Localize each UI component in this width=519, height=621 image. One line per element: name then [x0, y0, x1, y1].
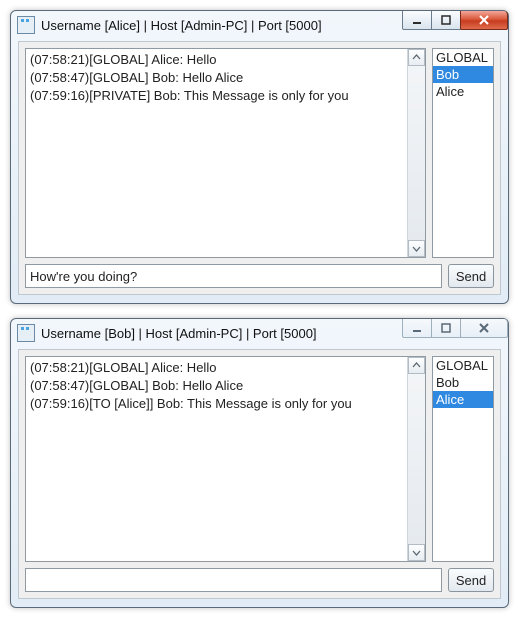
scroll-up-button[interactable] [408, 49, 425, 66]
scroll-down-button[interactable] [408, 240, 425, 257]
compose-row: Send [25, 568, 494, 592]
maximize-icon [441, 15, 451, 25]
message-lines: (07:58:21)[GLOBAL] Alice: Hello (07:58:4… [30, 51, 407, 105]
close-icon [478, 322, 490, 334]
scroll-down-button[interactable] [408, 544, 425, 561]
minimize-icon [412, 15, 422, 25]
close-icon [478, 14, 490, 26]
maximize-button[interactable] [431, 11, 461, 30]
message-log[interactable]: (07:58:21)[GLOBAL] Alice: Hello (07:58:4… [25, 48, 426, 258]
send-button-label: Send [456, 269, 486, 284]
user-list-item-bob[interactable]: Bob [433, 66, 493, 83]
message-log[interactable]: (07:58:21)[GLOBAL] Alice: Hello (07:58:4… [25, 356, 426, 562]
minimize-button[interactable] [402, 319, 432, 338]
client-area: (07:58:21)[GLOBAL] Alice: Hello (07:58:4… [18, 41, 501, 295]
user-list[interactable]: GLOBAL Bob Alice [432, 356, 494, 562]
chat-window-bob: Username [Bob] | Host [Admin-PC] | Port … [10, 318, 509, 608]
maximize-button[interactable] [431, 319, 461, 338]
send-button[interactable]: Send [448, 264, 494, 288]
scrollbar[interactable] [407, 49, 425, 257]
chat-window-alice: Username [Alice] | Host [Admin-PC] | Por… [10, 10, 509, 304]
minimize-icon [412, 323, 422, 333]
client-area: (07:58:21)[GLOBAL] Alice: Hello (07:58:4… [18, 349, 501, 599]
user-list-item-alice[interactable]: Alice [433, 83, 493, 100]
window-title: Username [Alice] | Host [Admin-PC] | Por… [41, 18, 403, 33]
user-list-item-alice[interactable]: Alice [433, 391, 493, 408]
message-line: (07:59:16)[PRIVATE] Bob: This Message is… [30, 87, 407, 105]
close-button[interactable] [460, 11, 508, 30]
window-controls [403, 11, 508, 39]
chevron-down-icon [412, 244, 421, 253]
message-input[interactable]: How're you doing? [25, 264, 442, 288]
minimize-button[interactable] [402, 11, 432, 30]
upper-row: (07:58:21)[GLOBAL] Alice: Hello (07:58:4… [25, 356, 494, 562]
send-button-label: Send [456, 573, 486, 588]
scrollbar[interactable] [407, 357, 425, 561]
message-line: (07:58:21)[GLOBAL] Alice: Hello [30, 51, 407, 69]
chevron-down-icon [412, 548, 421, 557]
user-list-item-global[interactable]: GLOBAL [433, 49, 493, 66]
message-input[interactable] [25, 568, 442, 592]
maximize-icon [441, 323, 451, 333]
close-button[interactable] [460, 319, 508, 338]
chevron-up-icon [412, 361, 421, 370]
message-line: (07:59:16)[TO [Alice]] Bob: This Message… [30, 395, 407, 413]
app-icon [17, 324, 35, 342]
user-list-item-bob[interactable]: Bob [433, 374, 493, 391]
message-line: (07:58:47)[GLOBAL] Bob: Hello Alice [30, 69, 407, 87]
user-list-item-global[interactable]: GLOBAL [433, 357, 493, 374]
scroll-up-button[interactable] [408, 357, 425, 374]
titlebar[interactable]: Username [Bob] | Host [Admin-PC] | Port … [11, 319, 508, 347]
compose-row: How're you doing? Send [25, 264, 494, 288]
send-button[interactable]: Send [448, 568, 494, 592]
chevron-up-icon [412, 53, 421, 62]
message-lines: (07:58:21)[GLOBAL] Alice: Hello (07:58:4… [30, 359, 407, 413]
app-icon [17, 16, 35, 34]
upper-row: (07:58:21)[GLOBAL] Alice: Hello (07:58:4… [25, 48, 494, 258]
titlebar[interactable]: Username [Alice] | Host [Admin-PC] | Por… [11, 11, 508, 39]
user-list[interactable]: GLOBAL Bob Alice [432, 48, 494, 258]
window-controls [403, 319, 508, 347]
message-line: (07:58:21)[GLOBAL] Alice: Hello [30, 359, 407, 377]
message-line: (07:58:47)[GLOBAL] Bob: Hello Alice [30, 377, 407, 395]
message-input-value: How're you doing? [30, 269, 137, 284]
window-title: Username [Bob] | Host [Admin-PC] | Port … [41, 326, 403, 341]
